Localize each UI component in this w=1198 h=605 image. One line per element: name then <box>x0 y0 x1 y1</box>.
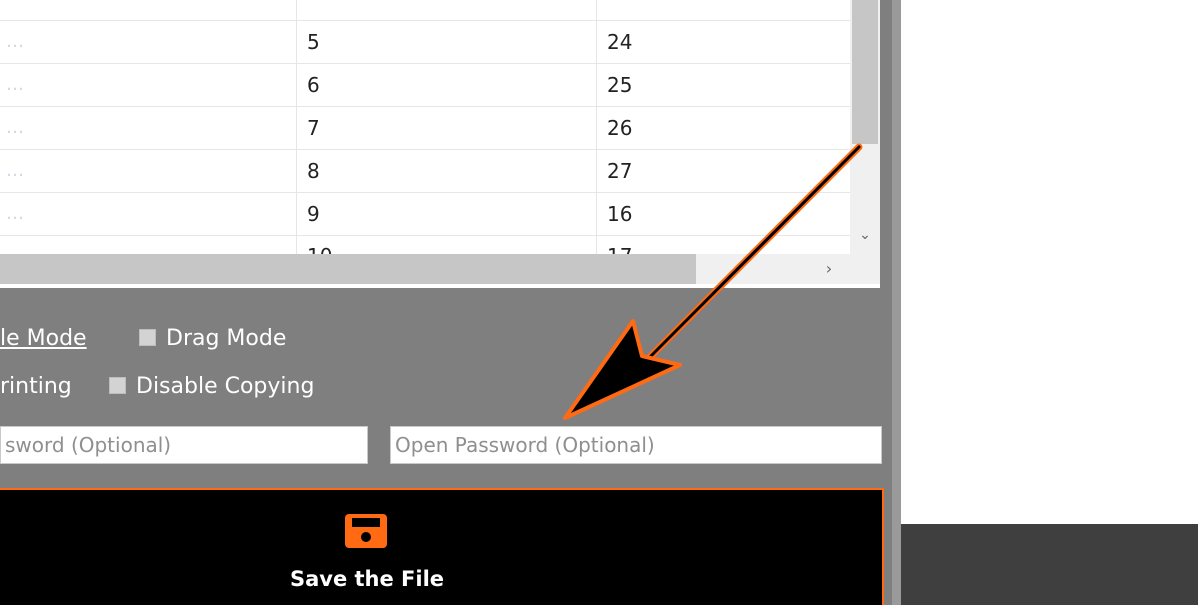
table-cell[interactable]: 27 <box>596 150 850 192</box>
table-cell[interactable]: 5 <box>296 21 596 63</box>
table-row: … 6 25 <box>0 64 850 107</box>
scrollbar-corner <box>850 254 880 284</box>
table-cell[interactable]: 26 <box>596 107 850 149</box>
save-file-label: Save the File <box>289 567 445 591</box>
table-cell[interactable]: 8 <box>296 150 596 192</box>
vertical-scroll-thumb[interactable] <box>852 0 878 144</box>
table-cell[interactable]: … <box>0 107 296 149</box>
table-cell[interactable]: 25 <box>596 64 850 106</box>
table-row: … 5 24 <box>0 21 850 64</box>
table-cell[interactable]: 10 <box>296 236 596 256</box>
table-cell[interactable]: 17 <box>596 236 850 256</box>
save-file-button[interactable]: Save the File <box>0 488 884 605</box>
open-password-input[interactable] <box>390 426 882 464</box>
handle-mode-label[interactable]: le Mode <box>0 326 87 351</box>
horizontal-scroll-thumb[interactable] <box>0 254 696 284</box>
panel-edge <box>892 0 901 605</box>
floppy-disk-icon <box>345 514 387 548</box>
table-cell[interactable]: … <box>0 193 296 235</box>
table-cell[interactable] <box>0 0 296 20</box>
disable-printing-label: rinting <box>0 374 72 399</box>
table-cell[interactable]: 9 <box>296 193 596 235</box>
table-cell[interactable]: 7 <box>296 107 596 149</box>
table-cell[interactable]: … <box>0 21 296 63</box>
disable-copying-option[interactable]: Disable Copying <box>109 374 314 399</box>
drag-mode-option[interactable]: Drag Mode <box>139 326 286 351</box>
table-cell[interactable]: … <box>0 64 296 106</box>
data-grid: … 5 24 … 6 25 … 7 26 … 8 27 … 9 16 10 17… <box>0 0 880 288</box>
handle-mode-option[interactable]: le Mode <box>0 326 87 351</box>
table-cell[interactable]: 16 <box>596 193 850 235</box>
drag-mode-label: Drag Mode <box>166 326 287 351</box>
table-cell[interactable] <box>0 236 296 256</box>
table-row: … 8 27 <box>0 150 850 193</box>
table-row: … 7 26 <box>0 107 850 150</box>
owner-password-input[interactable] <box>0 426 368 464</box>
table-cell[interactable]: 6 <box>296 64 596 106</box>
drag-mode-checkbox[interactable] <box>139 328 156 346</box>
disable-copying-label: Disable Copying <box>136 374 315 399</box>
table-row: … 9 16 <box>0 193 850 236</box>
table-cell[interactable]: 24 <box>596 21 850 63</box>
table-row <box>0 0 850 21</box>
table-cell[interactable] <box>296 0 596 20</box>
dark-background-bar <box>901 524 1198 605</box>
disable-copying-checkbox[interactable] <box>109 376 126 394</box>
table-cell[interactable] <box>596 0 850 20</box>
table-cell[interactable]: … <box>0 150 296 192</box>
scroll-down-icon[interactable]: ⌄ <box>850 224 880 246</box>
disable-printing-option[interactable]: rinting <box>0 374 72 399</box>
scroll-right-icon[interactable]: › <box>818 258 840 280</box>
